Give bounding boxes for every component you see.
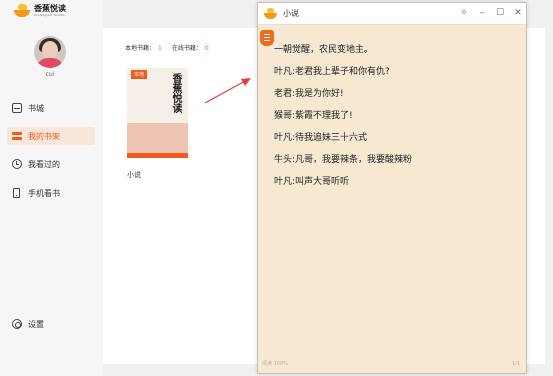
page-indicator: 1/1 bbox=[511, 361, 520, 367]
pin-icon[interactable]: ✧ bbox=[458, 7, 470, 19]
bookmark-icon[interactable] bbox=[260, 30, 274, 46]
reader-content: 一朝觉醒，农民变地主。 叶凡:老君我上辈子和你有仇? 老君:我是为你好! 猴哥:… bbox=[274, 43, 514, 197]
book-cover[interactable]: 本地 香蕉悦读 bbox=[127, 68, 188, 158]
reader-line: 叶凡:叫声大哥听听 bbox=[274, 177, 350, 187]
logo-title: 香蕉悦读 bbox=[34, 4, 66, 13]
banana-logo-icon bbox=[264, 8, 277, 19]
history-icon bbox=[12, 159, 22, 169]
sidebar-item-bookstore[interactable]: 书城 bbox=[7, 99, 95, 117]
sidebar-item-label: 手机看书 bbox=[28, 188, 60, 198]
logo-subtitle: XIANGJIAO NOVEL bbox=[34, 13, 66, 17]
local-books-count: 1 bbox=[158, 45, 162, 52]
close-button[interactable]: ✕ bbox=[512, 7, 524, 19]
sidebar-item-my-bookshelf[interactable]: 我的书架 bbox=[7, 127, 95, 145]
local-tag-badge: 本地 bbox=[131, 70, 148, 79]
sidebar-item-label: 书城 bbox=[28, 103, 44, 113]
reader-line: 猴哥:紫霞不理我了! bbox=[274, 111, 353, 121]
sidebar-item-label: 我的书架 bbox=[28, 131, 60, 141]
reader-line: 牛头:凡哥，我要辣条，我要酸辣粉 bbox=[274, 155, 413, 165]
online-books-count: 0 bbox=[204, 45, 209, 52]
local-books-stat: 本地书籍： 1 bbox=[125, 45, 162, 52]
book-stats: 本地书籍： 1 在线书籍： 0 bbox=[125, 43, 209, 52]
bookshelf-icon bbox=[12, 131, 22, 141]
phone-icon bbox=[13, 188, 20, 198]
online-books-stat: 在线书籍： 0 bbox=[171, 45, 209, 52]
cover-title: 香蕉悦读 bbox=[170, 73, 181, 113]
banana-logo-icon bbox=[14, 4, 30, 17]
sidebar-item-mobile-reading[interactable]: 手机看书 bbox=[7, 184, 95, 202]
reader-title: 小说 bbox=[283, 9, 299, 18]
reading-progress: 阅读 100% bbox=[262, 361, 288, 367]
gear-icon bbox=[12, 319, 22, 329]
minimize-button[interactable]: – bbox=[476, 7, 488, 19]
sidebar-item-history[interactable]: 我看过的 bbox=[7, 155, 95, 173]
reader-window: 小说 ✧ – ☐ ✕ 一朝觉醒，农民变地主。 叶凡:老君我上辈子和你有仇? 老君… bbox=[257, 2, 527, 374]
book-icon bbox=[12, 103, 22, 113]
sidebar-item-settings[interactable]: 设置 bbox=[7, 315, 95, 333]
user-name: cui bbox=[45, 71, 55, 78]
sidebar-item-label: 我看过的 bbox=[28, 159, 60, 169]
reader-line: 叶凡:老君我上辈子和你有仇? bbox=[274, 67, 390, 77]
arrow-annotation-icon bbox=[204, 78, 251, 104]
avatar[interactable] bbox=[34, 36, 66, 68]
sidebar-item-label: 设置 bbox=[28, 319, 44, 329]
reader-line: 一朝觉醒，农民变地主。 bbox=[274, 45, 374, 55]
book-title[interactable]: 小说 bbox=[127, 170, 141, 180]
maximize-button[interactable]: ☐ bbox=[494, 7, 506, 19]
sidebar: 香蕉悦读 XIANGJIAO NOVEL cui 书城 我的书架 我看过的 手机… bbox=[0, 0, 103, 376]
reader-line: 老君:我是为你好! bbox=[274, 89, 344, 99]
reader-titlebar[interactable]: 小说 ✧ – ☐ ✕ bbox=[258, 3, 526, 25]
app-logo: 香蕉悦读 XIANGJIAO NOVEL bbox=[14, 4, 66, 17]
reader-line: 叶凡:待我追妹三十六式 bbox=[274, 133, 368, 143]
